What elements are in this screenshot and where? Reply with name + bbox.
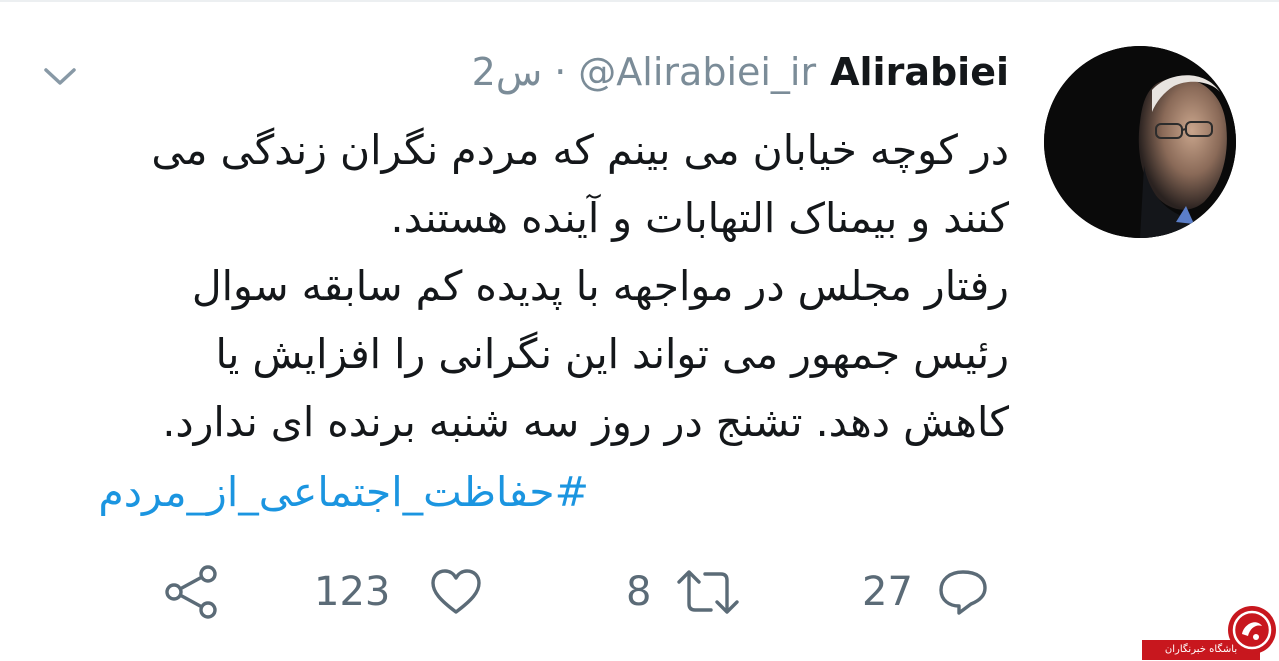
tweet-text-line: در کوچه خیابان می بینم که مردم نگران زند… [151,126,1009,174]
hashtag-link[interactable]: #حفاظت_اجتماعی_از_مردم [98,458,589,526]
tweet-text-line: کاهش دهد. تشنج در روز سه شنبه برنده ای ن… [162,398,1009,446]
like-count: 123 [314,569,391,615]
tweet-actions: 27 8 123 [0,560,1279,624]
retweet-icon [675,566,741,618]
like-icon [428,566,484,618]
watermark-logo-icon [1226,604,1278,656]
retweet-count: 8 [626,569,652,615]
tweet-text-line: رئیس جمهور می تواند این نگرانی را افزایش… [215,330,1009,378]
tweet-text-line: رفتار مجلس در مواجهه با پدیده کم سابقه س… [191,262,1009,310]
reply-count: 27 [862,569,913,615]
tweet-text-line: کنند و بیمناک التهابات و آینده هستند. [390,194,1009,242]
tweet-timestamp[interactable]: 2س [472,50,543,94]
chevron-down-icon[interactable] [40,58,80,94]
share-button[interactable] [162,560,222,624]
reply-icon [935,566,991,618]
user-display-name[interactable]: Alirabiei [830,50,1009,94]
avatar[interactable] [1044,46,1236,238]
reply-button[interactable]: 27 [862,560,991,624]
watermark: باشگاه خبرنگاران [1142,604,1279,661]
tweet-text: در کوچه خیابان می بینم که مردم نگران زند… [49,116,1009,456]
header-separator: · [554,50,567,94]
retweet-button[interactable]: 8 [626,560,741,624]
tweet-header: 2س · @Alirabiei_ir Alirabiei [472,40,1009,104]
tweet-card: 2س · @Alirabiei_ir Alirabiei در کوچه خیا… [0,0,1279,661]
user-handle[interactable]: @Alirabiei_ir [578,50,816,94]
like-button[interactable]: 123 [314,560,484,624]
share-icon [162,564,222,620]
